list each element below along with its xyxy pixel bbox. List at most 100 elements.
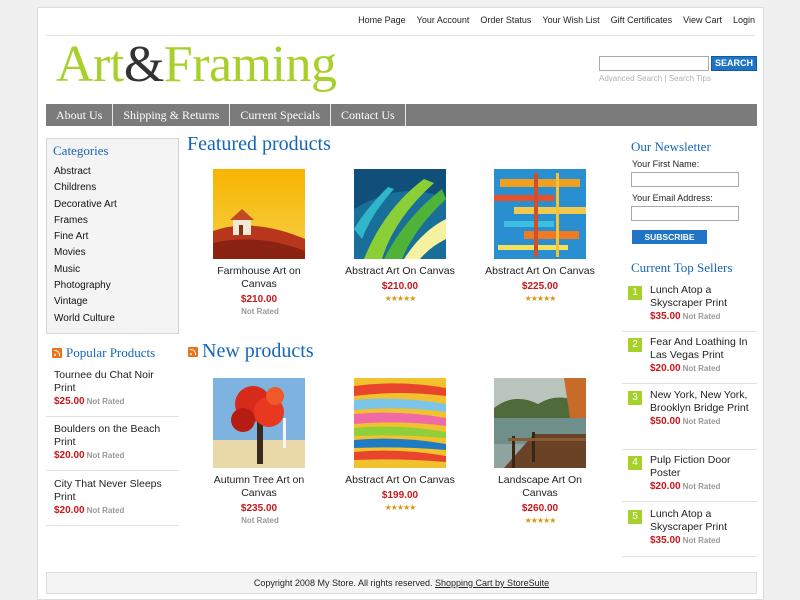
nav-current-specials[interactable]: Current Specials (230, 104, 332, 126)
product-name[interactable]: New York, New York, Brooklyn Bridge Prin… (650, 389, 750, 415)
featured-products-title: Featured products (187, 133, 331, 155)
product-price: $50.00 (650, 416, 681, 427)
product-name[interactable]: Abstract Art On Canvas (340, 265, 460, 278)
advanced-search-link[interactable]: Advanced Search (599, 74, 662, 83)
search-input[interactable] (599, 56, 709, 71)
top-seller-item: 2 Fear And Loathing In Las Vegas Print $… (622, 336, 757, 384)
nav-shipping-returns[interactable]: Shipping & Returns (113, 104, 231, 126)
first-name-label: Your First Name: (632, 159, 700, 169)
product-card: Farmhouse Art on Canvas $210.00 Not Rate… (199, 169, 319, 316)
star-rating: ★★★★★ (524, 294, 557, 303)
category-item[interactable]: Movies (54, 245, 117, 261)
rank-badge: 1 (628, 286, 642, 300)
rss-icon[interactable] (52, 348, 62, 358)
new-products-title: New products (202, 340, 314, 362)
rank-badge: 3 (628, 391, 642, 405)
product-name[interactable]: Landscape Art On Canvas (480, 474, 600, 500)
star-rating: ★★★★★ (384, 503, 417, 512)
product-price: $20.00 (650, 481, 681, 492)
category-item[interactable]: Vintage (54, 294, 117, 310)
storesuite-link[interactable]: Shopping Cart by StoreSuite (435, 578, 549, 588)
store-page: Home Page Your Account Order Status Your… (37, 7, 764, 600)
product-card: Abstract Art On Canvas $210.00 ★★★★★ (340, 169, 460, 303)
product-name[interactable]: Abstract Art On Canvas (340, 474, 460, 487)
product-rating: Not Rated (86, 451, 125, 460)
product-rating: Not Rated (682, 482, 721, 491)
landscape-art-thumbnail[interactable] (494, 378, 586, 468)
abstract-art-thumbnail[interactable] (354, 169, 446, 259)
category-item[interactable]: Frames (54, 213, 117, 229)
copyright-text: Copyright 2008 My Store. All rights rese… (253, 578, 433, 588)
nav-contact-us[interactable]: Contact Us (331, 104, 406, 126)
abstract-art-thumbnail[interactable] (494, 169, 586, 259)
product-price: $20.00 (650, 363, 681, 374)
product-price: $35.00 (650, 311, 681, 322)
search-tips-link[interactable]: Search Tips (669, 74, 711, 83)
top-link-order-status[interactable]: Order Status (480, 15, 531, 25)
search-links: Advanced Search | Search Tips (599, 74, 711, 83)
categories-title: Categories (53, 143, 109, 158)
product-name[interactable]: Pulp Fiction Door Poster (650, 454, 750, 480)
categories-box: Categories Abstract Childrens Decorative… (46, 138, 179, 334)
category-item[interactable]: Abstract (54, 164, 117, 180)
rank-badge: 5 (628, 510, 642, 524)
product-price: $235.00 (240, 503, 278, 514)
rss-icon[interactable] (188, 346, 198, 357)
popular-product-item: Boulders on the Beach Print $20.00 Not Ra… (46, 421, 179, 471)
search-button[interactable]: SEARCH (711, 56, 757, 71)
product-name[interactable]: City That Never Sleeps Print (54, 478, 171, 504)
product-price: $210.00 (240, 294, 278, 305)
category-list: Abstract Childrens Decorative Art Frames… (54, 164, 117, 327)
product-name[interactable]: Autumn Tree Art on Canvas (199, 474, 319, 500)
logo-text-art: Art (56, 36, 124, 93)
first-name-field[interactable] (631, 172, 739, 187)
top-sellers-title: Current Top Sellers (631, 260, 733, 275)
category-item[interactable]: Childrens (54, 180, 117, 196)
top-link-wish-list[interactable]: Your Wish List (542, 15, 599, 25)
product-rating: Not Rated (241, 516, 279, 525)
top-link-login[interactable]: Login (733, 15, 755, 25)
footer: Copyright 2008 My Store. All rights rese… (46, 572, 757, 594)
rank-badge: 2 (628, 338, 642, 352)
abstract-stripes-art-thumbnail[interactable] (354, 378, 446, 468)
popular-product-item: Tournee du Chat Noir Print $25.00 Not Rat… (46, 367, 179, 417)
category-item[interactable]: Music (54, 262, 117, 278)
autumn-tree-art-thumbnail[interactable] (213, 378, 305, 468)
email-label: Your Email Address: (632, 193, 713, 203)
nav-about-us[interactable]: About Us (46, 104, 114, 126)
product-rating: Not Rated (241, 307, 279, 316)
top-seller-item: 3 New York, New York, Brooklyn Bridge Pr… (622, 389, 757, 450)
store-logo[interactable]: Art&Framing (56, 36, 337, 93)
category-item[interactable]: Photography (54, 278, 117, 294)
farmhouse-art-thumbnail[interactable] (213, 169, 305, 259)
product-rating: Not Rated (86, 397, 125, 406)
product-price: $199.00 (381, 490, 419, 501)
popular-products-header: Popular Products (52, 345, 155, 361)
product-name[interactable]: Lunch Atop a Skyscraper Print (650, 284, 750, 310)
logo-text-framing: Framing (163, 36, 337, 93)
top-link-home[interactable]: Home Page (358, 15, 406, 25)
category-item[interactable]: Fine Art (54, 229, 117, 245)
email-field[interactable] (631, 206, 739, 221)
product-card: Landscape Art On Canvas $260.00 ★★★★★ (480, 378, 600, 525)
product-name[interactable]: Tournee du Chat Noir Print (54, 369, 171, 395)
category-item[interactable]: Decorative Art (54, 197, 117, 213)
product-price: $20.00 (54, 505, 85, 516)
top-link-account[interactable]: Your Account (417, 15, 470, 25)
top-seller-item: 4 Pulp Fiction Door Poster $20.00 Not Rat… (622, 454, 757, 502)
product-name[interactable]: Boulders on the Beach Print (54, 423, 171, 449)
product-price: $225.00 (521, 281, 559, 292)
product-name[interactable]: Lunch Atop a Skyscraper Print (650, 508, 750, 534)
product-rating: Not Rated (682, 312, 721, 321)
category-item[interactable]: World Culture (54, 311, 117, 327)
top-link-gift-certificates[interactable]: Gift Certificates (611, 15, 673, 25)
top-seller-item: 5 Lunch Atop a Skyscraper Print $35.00 No… (622, 508, 757, 557)
top-links: Home Page Your Account Order Status Your… (358, 15, 755, 25)
product-name[interactable]: Farmhouse Art on Canvas (199, 265, 319, 291)
subscribe-button[interactable]: SUBSCRIBE (632, 230, 707, 244)
newsletter-title: Our Newsletter (631, 139, 711, 154)
product-name[interactable]: Fear And Loathing In Las Vegas Print (650, 336, 750, 362)
product-name[interactable]: Abstract Art On Canvas (480, 265, 600, 278)
product-card: Abstract Art On Canvas $225.00 ★★★★★ (480, 169, 600, 303)
top-link-view-cart[interactable]: View Cart (683, 15, 722, 25)
